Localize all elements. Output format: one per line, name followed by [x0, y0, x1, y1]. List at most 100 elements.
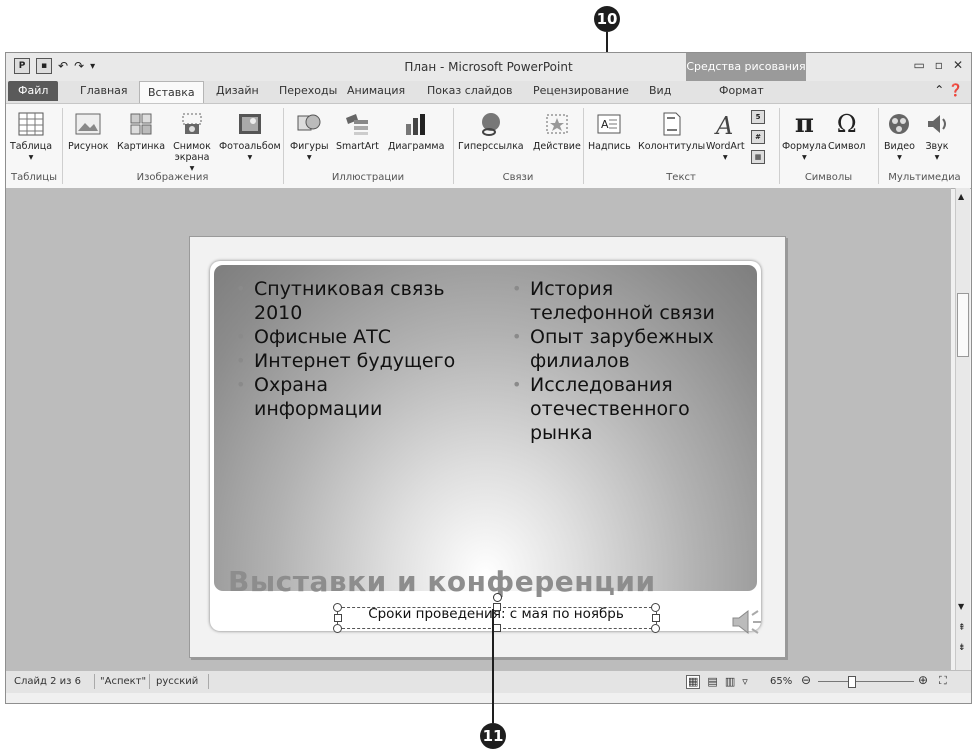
zoom-out-icon[interactable]: ⊖ [801, 673, 811, 687]
reading-view-icon[interactable]: ▥ [725, 675, 735, 689]
resize-handle[interactable] [651, 603, 660, 612]
tab-insert[interactable]: Вставка [139, 81, 204, 104]
tab-file[interactable]: Файл [8, 81, 59, 101]
scroll-down-icon[interactable]: ▼ [958, 602, 964, 611]
slide-title[interactable]: Выставки и конференции [228, 565, 656, 598]
textbox-button[interactable]: A Надпись [588, 110, 631, 152]
clipart-button[interactable]: Картинка [117, 110, 165, 152]
vertical-scrollbar[interactable]: ▲ ▼ ⇞ ⇟ [955, 188, 970, 670]
resize-handle[interactable] [493, 624, 501, 632]
wordart-button[interactable]: A WordArt ▾ [706, 110, 745, 163]
tab-home[interactable]: Главная [80, 84, 128, 97]
next-slide-icon[interactable]: ⇟ [958, 644, 966, 653]
resize-handle[interactable] [652, 614, 660, 622]
resize-handle[interactable] [651, 624, 660, 633]
fit-to-window-icon[interactable]: ⛶ [939, 674, 947, 688]
resize-handle[interactable] [333, 603, 342, 612]
scrollbar-thumb[interactable] [957, 293, 969, 357]
left-bullet-list[interactable]: Спутниковая связь 2010 Офисные АТС Интер… [234, 277, 484, 421]
action-button[interactable]: Действие [533, 110, 581, 152]
picture-icon [74, 110, 102, 138]
powerpoint-window: P ▪ ↶ ↷ ▾ План - Microsoft PowerPoint Ср… [5, 52, 972, 704]
window-title: План - Microsoft PowerPoint [404, 60, 573, 74]
group-label-illustrations: Иллюстрации [331, 172, 405, 183]
header-footer-icon [658, 110, 686, 138]
callout-11: 11 [480, 723, 506, 749]
smartart-button[interactable]: SmartArt [336, 110, 379, 152]
date-time-icon[interactable]: 5 [751, 110, 765, 124]
zoom-slider-thumb[interactable] [848, 676, 856, 688]
list-item: Офисные АТС [234, 325, 484, 349]
photo-album-button[interactable]: Фотоальбом ▾ [219, 110, 281, 163]
slide[interactable]: Спутниковая связь 2010 Офисные АТС Интер… [189, 236, 786, 658]
zoom-slider-track[interactable] [818, 681, 914, 682]
slide-background: Спутниковая связь 2010 Офисные АТС Интер… [214, 265, 757, 598]
close-button[interactable]: ✕ [953, 58, 963, 72]
language[interactable]: русский [156, 676, 198, 687]
restore-button[interactable]: ▫ [935, 58, 943, 72]
ribbon-insert: Таблица ▾ Рисунок Картинка Снимок экрана … [6, 103, 971, 189]
scroll-up-icon[interactable]: ▲ [958, 192, 964, 201]
shapes-icon [295, 110, 323, 138]
status-separator [94, 674, 95, 689]
picture-button[interactable]: Рисунок [68, 110, 109, 152]
header-footer-button[interactable]: Колонтитулы [638, 110, 705, 152]
group-label-tables: Таблицы [11, 172, 57, 183]
slide-content-frame: Спутниковая связь 2010 Офисные АТС Интер… [210, 261, 761, 635]
zoom-level[interactable]: 65% [770, 676, 792, 687]
help-icon[interactable]: ⌃ ❓ [934, 83, 963, 97]
chart-button[interactable]: Диаграмма [388, 110, 444, 152]
callout-10: 10 [594, 6, 620, 32]
callout-11-line [492, 609, 494, 723]
slide-sorter-icon[interactable]: ▤ [707, 675, 717, 689]
window-controls: ▭ ▫ ✕ [913, 58, 963, 72]
tab-review[interactable]: Рецензирование [533, 84, 629, 97]
table-button[interactable]: Таблица ▾ [10, 110, 52, 163]
resize-handle[interactable] [333, 624, 342, 633]
pi-icon: π [794, 109, 814, 139]
tab-transitions[interactable]: Переходы [279, 84, 337, 97]
video-button[interactable]: Видео ▾ [884, 110, 915, 163]
equation-button[interactable]: π Формула ▾ [782, 109, 827, 163]
tab-slideshow[interactable]: Показ слайдов [427, 84, 513, 97]
tab-view[interactable]: Вид [649, 84, 671, 97]
tab-animation[interactable]: Анимация [347, 84, 405, 97]
audio-button[interactable]: Звук ▾ [923, 110, 951, 163]
previous-slide-icon[interactable]: ⇞ [958, 624, 966, 633]
list-item: Охрана информации [234, 373, 394, 421]
slide-audio-icon[interactable] [730, 607, 764, 641]
shapes-button[interactable]: Фигуры ▾ [290, 110, 329, 163]
chart-icon [402, 110, 430, 138]
minimize-button[interactable]: ▭ [913, 58, 924, 72]
speaker-icon [923, 110, 951, 138]
rotation-handle[interactable] [493, 593, 502, 602]
clipart-icon [127, 110, 155, 138]
resize-handle[interactable] [334, 614, 342, 622]
wordart-icon: A [711, 110, 739, 138]
theme-name[interactable]: "Аспект" [100, 676, 146, 687]
film-reel-icon [885, 110, 913, 138]
symbol-button[interactable]: Ω Символ [828, 110, 865, 152]
object-icon[interactable]: ▦ [751, 150, 765, 164]
normal-view-icon[interactable]: ▦ [686, 675, 701, 689]
tab-design[interactable]: Дизайн [216, 84, 259, 97]
status-separator [149, 674, 150, 689]
smartart-icon [343, 110, 371, 138]
resize-handle[interactable] [493, 603, 501, 611]
omega-icon: Ω [836, 110, 857, 138]
screenshot-button[interactable]: Снимок экрана ▾ [172, 110, 212, 174]
text-small-buttons: 5 # ▦ [751, 110, 765, 164]
svg-text:A: A [714, 112, 733, 136]
tab-format[interactable]: Формат [719, 84, 764, 97]
action-icon [543, 110, 571, 138]
slideshow-icon[interactable]: ▿ [742, 675, 748, 689]
list-item: Исследования отечественного рынка [510, 373, 720, 445]
title-bar: P ▪ ↶ ↷ ▾ План - Microsoft PowerPoint Ср… [6, 53, 971, 103]
textbox-icon: A [595, 110, 623, 138]
hyperlink-icon [477, 110, 505, 138]
slide-number-icon[interactable]: # [751, 130, 765, 144]
hyperlink-button[interactable]: Гиперссылка [458, 110, 524, 152]
zoom-in-icon[interactable]: ⊕ [918, 673, 928, 687]
list-item: Спутниковая связь 2010 [234, 277, 484, 325]
right-bullet-list[interactable]: История телефонной связи Опыт зарубежных… [510, 277, 745, 445]
